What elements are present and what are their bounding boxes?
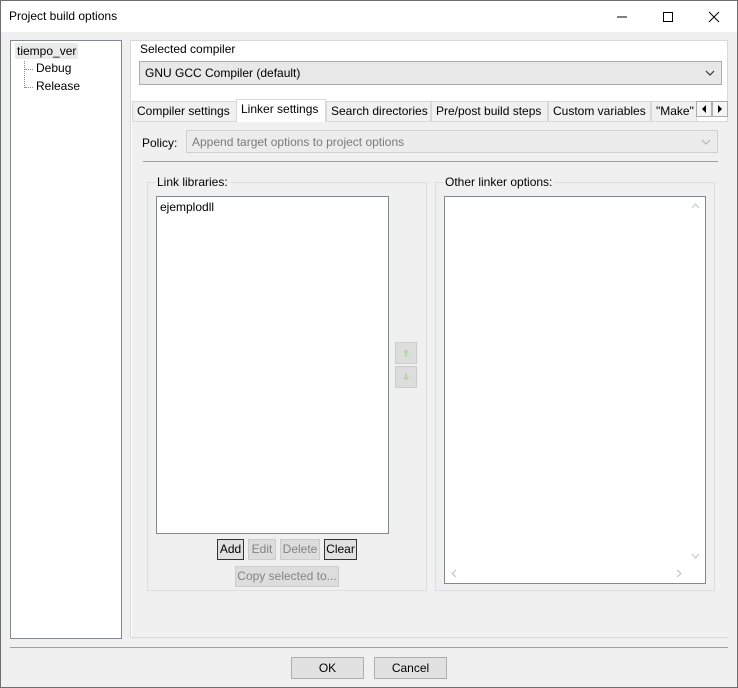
tab-label: Linker settings xyxy=(241,102,319,116)
close-icon xyxy=(708,11,720,23)
delete-library-button[interactable]: Delete xyxy=(280,539,320,560)
tab-scroll-left-button[interactable] xyxy=(696,101,712,117)
linker-settings-page: Policy: Append target options to project… xyxy=(132,121,728,637)
ok-button[interactable]: OK xyxy=(291,657,364,679)
tree-connector xyxy=(25,69,33,70)
minimize-button[interactable] xyxy=(599,1,645,32)
arrow-down-icon xyxy=(403,373,409,381)
chevron-down-icon xyxy=(705,70,715,76)
close-button[interactable] xyxy=(691,1,737,32)
title-bar: Project build options xyxy=(1,1,737,32)
tab-search-directories[interactable]: Search directories xyxy=(326,101,431,121)
edit-library-button[interactable]: Edit xyxy=(248,539,276,560)
tab-label: Search directories xyxy=(331,104,428,118)
clear-libraries-button[interactable]: Clear xyxy=(324,539,357,560)
other-linker-options-group: Other linker options: xyxy=(435,175,715,591)
tree-connector xyxy=(25,87,33,88)
other-linker-options-label: Other linker options: xyxy=(443,175,555,189)
list-item[interactable]: ejemplodll xyxy=(160,200,214,214)
tab-custom-variables[interactable]: Custom variables xyxy=(548,101,651,121)
tree-item-project[interactable]: tiempo_ver xyxy=(15,43,79,59)
policy-label: Policy: xyxy=(142,136,178,150)
scroll-right-icon[interactable] xyxy=(676,569,682,578)
window-title: Project build options xyxy=(9,9,118,23)
tab-linker-settings[interactable]: Linker settings xyxy=(236,99,326,122)
copy-selected-to-button[interactable]: Copy selected to... xyxy=(235,566,339,587)
move-up-button[interactable] xyxy=(395,342,417,364)
selected-compiler-label: Selected compiler xyxy=(140,42,236,56)
arrow-left-icon xyxy=(702,105,706,113)
build-target-tree[interactable]: tiempo_ver Debug Release xyxy=(10,40,122,639)
tab-label: Pre/post build steps xyxy=(436,104,542,118)
scroll-left-icon[interactable] xyxy=(451,569,457,578)
compiler-select[interactable]: GNU GCC Compiler (default) xyxy=(139,61,722,85)
arrow-up-icon xyxy=(403,349,409,357)
maximize-button[interactable] xyxy=(645,1,691,32)
separator xyxy=(143,161,718,162)
tree-item-release[interactable]: Release xyxy=(36,79,80,93)
link-libraries-label: Link libraries: xyxy=(155,175,230,189)
scroll-down-icon[interactable] xyxy=(691,553,700,559)
chevron-down-icon xyxy=(701,139,711,145)
policy-select-value: Append target options to project options xyxy=(192,135,405,149)
tab-label: "Make" xyxy=(656,104,694,118)
link-libraries-list[interactable]: ejemplodll xyxy=(156,196,389,534)
options-panel: Selected compiler GNU GCC Compiler (defa… xyxy=(130,40,728,638)
scroll-up-icon[interactable] xyxy=(691,203,700,209)
tab-scroll-right-button[interactable] xyxy=(712,101,728,117)
minimize-icon xyxy=(617,16,627,18)
move-down-button[interactable] xyxy=(395,366,417,388)
separator xyxy=(10,647,728,648)
options-tabs: Compiler settings Linker settings Search… xyxy=(132,99,728,122)
tree-connector xyxy=(24,61,25,88)
tab-pre-post-build-steps[interactable]: Pre/post build steps xyxy=(431,101,548,121)
tab-label: Compiler settings xyxy=(137,104,230,118)
tree-item-debug[interactable]: Debug xyxy=(36,61,71,75)
link-libraries-group: Link libraries: ejemplodll Add Edit Dele… xyxy=(147,175,427,591)
compiler-select-value: GNU GCC Compiler (default) xyxy=(145,66,301,80)
arrow-right-icon xyxy=(718,105,722,113)
policy-select[interactable]: Append target options to project options xyxy=(186,130,718,153)
project-build-options-window: Project build options tiempo_ver Debug R… xyxy=(0,0,738,688)
other-linker-options-textarea[interactable] xyxy=(444,196,706,584)
add-library-button[interactable]: Add xyxy=(217,539,244,560)
maximize-icon xyxy=(663,12,673,22)
cancel-button[interactable]: Cancel xyxy=(374,657,447,679)
tab-compiler-settings[interactable]: Compiler settings xyxy=(132,101,237,121)
tab-label: Custom variables xyxy=(553,104,646,118)
tab-make[interactable]: "Make" xyxy=(651,101,697,121)
